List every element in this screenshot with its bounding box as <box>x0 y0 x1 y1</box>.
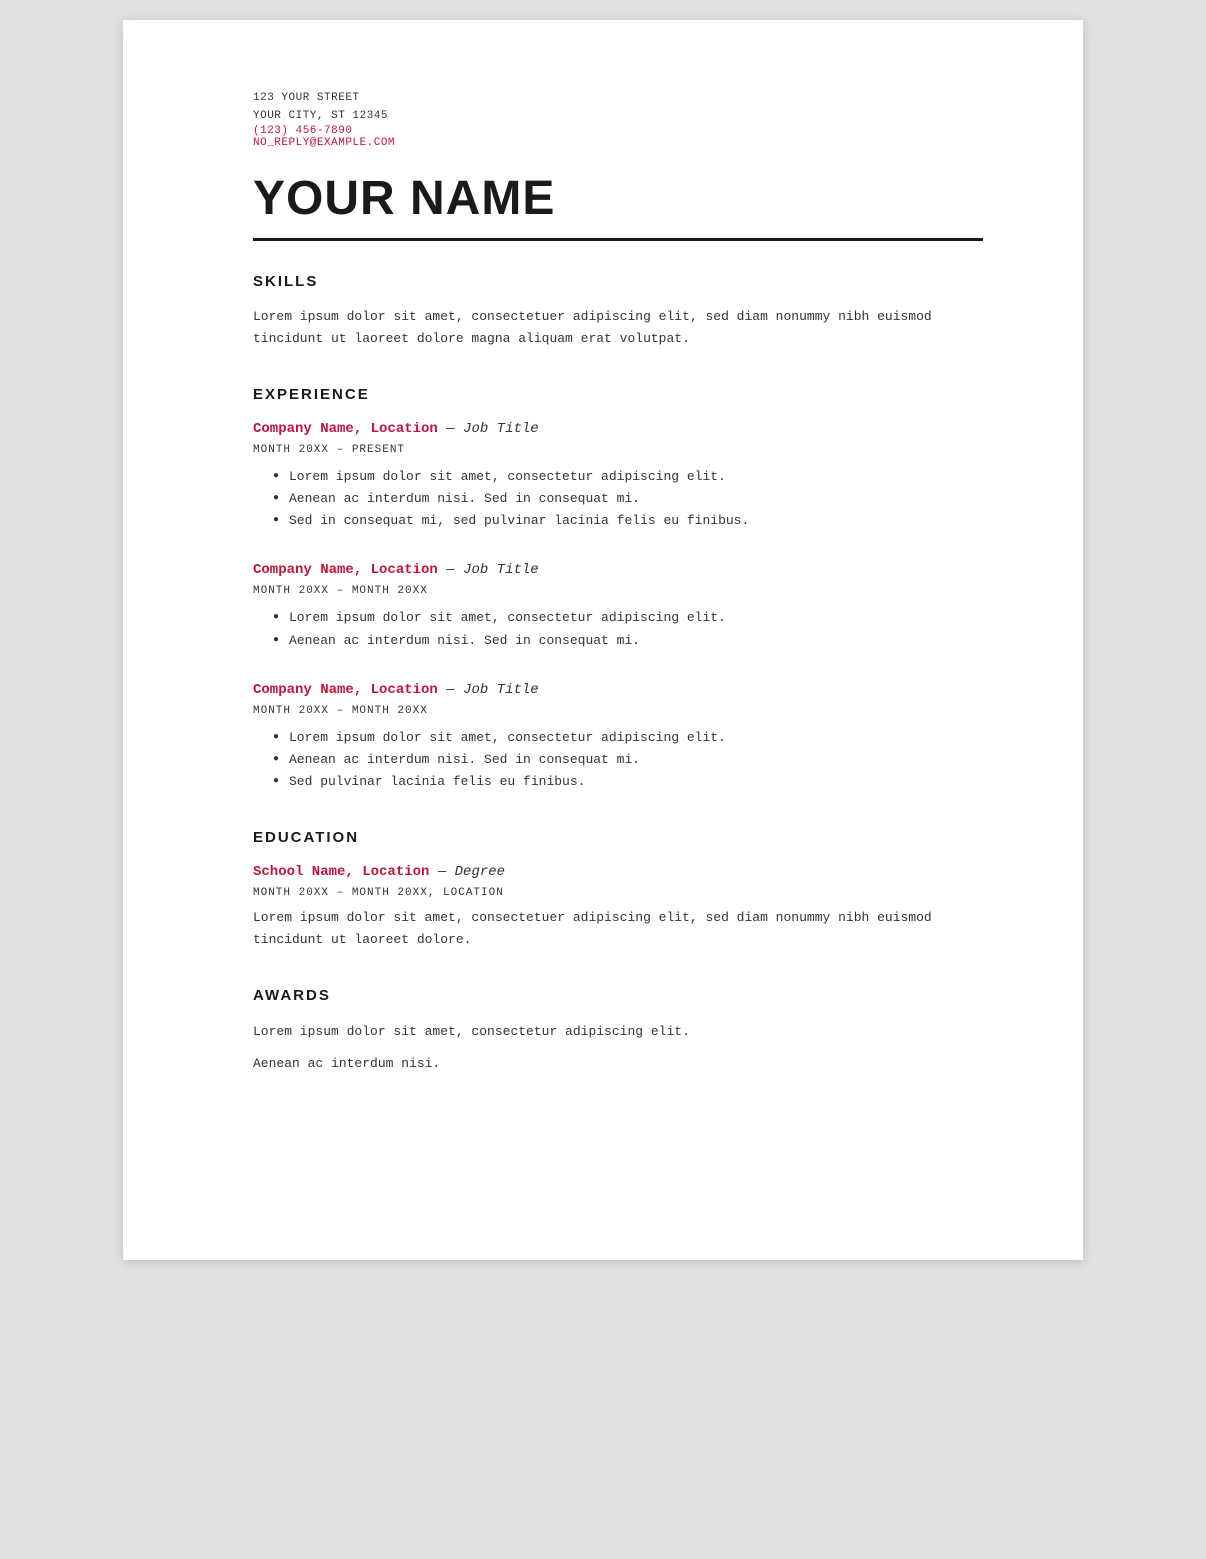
bullet-3-2: Aenean ac interdum nisi. Sed in consequa… <box>273 749 983 771</box>
education-title: EDUCATION <box>253 829 983 846</box>
bullet-2-1: Lorem ipsum dolor sit amet, consectetur … <box>273 607 983 629</box>
awards-line-1: Lorem ipsum dolor sit amet, consectetur … <box>253 1020 983 1043</box>
dash-2: — <box>438 562 463 578</box>
education-section: EDUCATION School Name, Location — Degree… <box>253 829 983 951</box>
dates-3: MONTH 20XX – MONTH 20XX <box>253 705 983 717</box>
bullet-1-2: Aenean ac interdum nisi. Sed in consequa… <box>273 488 983 510</box>
company-line-3: Company Name, Location — Job Title <box>253 680 983 701</box>
awards-title: AWARDS <box>253 987 983 1004</box>
contact-section: 123 YOUR STREET YOUR CITY, ST 12345 (123… <box>253 90 983 149</box>
skills-section: SKILLS Lorem ipsum dolor sit amet, conse… <box>253 273 983 350</box>
school-name-1: School Name, Location <box>253 864 429 880</box>
awards-text-1: Lorem ipsum dolor sit amet, consectetur … <box>253 1020 983 1043</box>
experience-section: EXPERIENCE Company Name, Location — Job … <box>253 386 983 793</box>
bullet-2-2: Aenean ac interdum nisi. Sed in consequa… <box>273 630 983 652</box>
bullets-2: Lorem ipsum dolor sit amet, consectetur … <box>253 607 983 651</box>
dates-2: MONTH 20XX – MONTH 20XX <box>253 585 983 597</box>
phone: (123) 456-7890 <box>253 125 983 137</box>
name-divider <box>253 238 983 241</box>
bullet-1-1: Lorem ipsum dolor sit amet, consectetur … <box>273 466 983 488</box>
full-name: YOUR NAME <box>253 173 983 226</box>
awards-line-2: Aenean ac interdum nisi. <box>253 1052 983 1075</box>
experience-entry-3: Company Name, Location — Job Title MONTH… <box>253 680 983 793</box>
experience-entry-1: Company Name, Location — Job Title MONTH… <box>253 419 983 532</box>
job-title-2: Job Title <box>463 562 539 578</box>
bullet-3-3: Sed pulvinar lacinia felis eu finibus. <box>273 771 983 793</box>
skills-text: Lorem ipsum dolor sit amet, consectetuer… <box>253 306 983 350</box>
bullet-3-1: Lorem ipsum dolor sit amet, consectetur … <box>273 727 983 749</box>
company-name-3: Company Name, Location <box>253 682 438 698</box>
job-title-3: Job Title <box>463 682 539 698</box>
bullets-3: Lorem ipsum dolor sit amet, consectetur … <box>253 727 983 793</box>
email: NO_REPLY@EXAMPLE.COM <box>253 137 983 149</box>
edu-dates-1: MONTH 20XX – MONTH 20XX, LOCATION <box>253 887 983 899</box>
name-section: YOUR NAME <box>253 173 983 226</box>
education-entry-1: School Name, Location — Degree MONTH 20X… <box>253 862 983 951</box>
company-line-2: Company Name, Location — Job Title <box>253 560 983 581</box>
experience-title: EXPERIENCE <box>253 386 983 403</box>
awards-section: AWARDS Lorem ipsum dolor sit amet, conse… <box>253 987 983 1075</box>
company-name-2: Company Name, Location <box>253 562 438 578</box>
degree-1: Degree <box>455 864 505 880</box>
experience-entry-2: Company Name, Location — Job Title MONTH… <box>253 560 983 651</box>
resume-page: 123 YOUR STREET YOUR CITY, ST 12345 (123… <box>123 20 1083 1260</box>
street-address: 123 YOUR STREET <box>253 90 983 108</box>
job-title-1: Job Title <box>463 421 539 437</box>
awards-text-2: Aenean ac interdum nisi. <box>253 1052 983 1075</box>
bullets-1: Lorem ipsum dolor sit amet, consectetur … <box>253 466 983 532</box>
dates-1: MONTH 20XX – PRESENT <box>253 444 983 456</box>
bullet-1-3: Sed in consequat mi, sed pulvinar lacini… <box>273 510 983 532</box>
city-state: YOUR CITY, ST 12345 <box>253 108 983 126</box>
company-line-1: Company Name, Location — Job Title <box>253 419 983 440</box>
dash-1: — <box>438 421 463 437</box>
school-line-1: School Name, Location — Degree <box>253 862 983 883</box>
dash-3: — <box>438 682 463 698</box>
company-name-1: Company Name, Location <box>253 421 438 437</box>
edu-description-1: Lorem ipsum dolor sit amet, consectetuer… <box>253 907 983 951</box>
edu-dash-1: — <box>429 864 454 880</box>
skills-title: SKILLS <box>253 273 983 290</box>
